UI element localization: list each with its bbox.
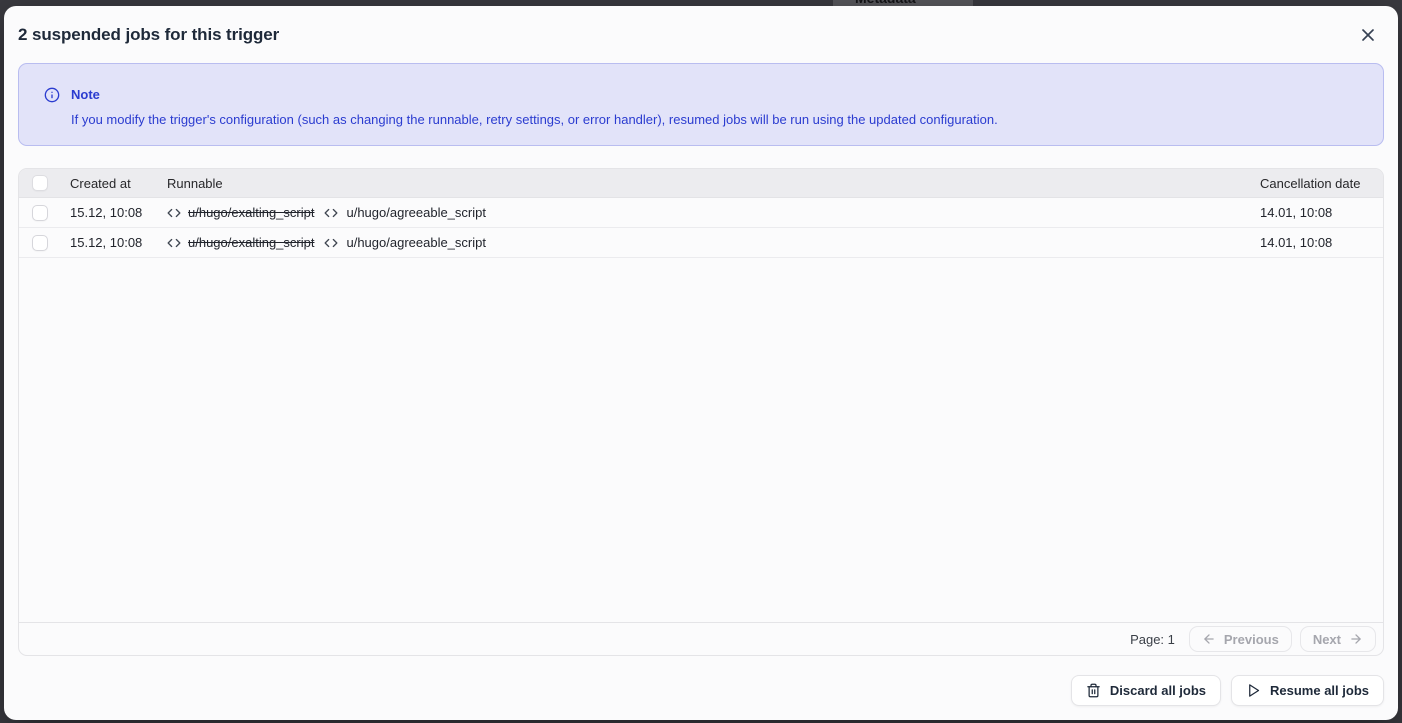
- close-icon: [1358, 25, 1378, 45]
- trash-icon: [1086, 683, 1101, 698]
- table-header-row: Created at Runnable Cancellation date: [19, 169, 1383, 198]
- note-body: If you modify the trigger's configuratio…: [71, 112, 998, 128]
- cancellation-date-cell: 14.01, 10:08: [1260, 235, 1383, 250]
- new-runnable-path: u/hugo/agreeable_script: [346, 205, 486, 220]
- previous-page-button[interactable]: Previous: [1189, 626, 1292, 652]
- created-at-cell: 15.12, 10:08: [70, 235, 167, 250]
- table-row[interactable]: 15.12, 10:08 u/hugo/exalting_script u/hu…: [19, 228, 1383, 258]
- code-icon: [167, 206, 181, 220]
- cancellation-date-cell: 14.01, 10:08: [1260, 205, 1383, 220]
- suspended-jobs-table: Created at Runnable Cancellation date 15…: [18, 168, 1384, 656]
- row-checkbox-cell: [19, 205, 70, 221]
- old-runnable-path: u/hugo/exalting_script: [188, 205, 314, 220]
- next-label: Next: [1313, 632, 1341, 647]
- discard-all-jobs-button[interactable]: Discard all jobs: [1071, 675, 1221, 706]
- header-checkbox-cell: [19, 175, 70, 191]
- new-runnable-path: u/hugo/agreeable_script: [346, 235, 486, 250]
- resume-all-jobs-button[interactable]: Resume all jobs: [1231, 675, 1384, 706]
- note-content: Note If you modify the trigger's configu…: [71, 87, 998, 128]
- previous-label: Previous: [1224, 632, 1279, 647]
- discard-all-jobs-label: Discard all jobs: [1110, 683, 1206, 698]
- created-at-cell: 15.12, 10:08: [70, 205, 167, 220]
- play-icon: [1246, 683, 1261, 698]
- column-header-created-at: Created at: [70, 176, 167, 191]
- column-header-cancellation-date: Cancellation date: [1260, 176, 1383, 191]
- pagination: Page: 1 Previous Next: [19, 622, 1383, 655]
- arrow-right-icon: [1349, 632, 1363, 646]
- row-checkbox[interactable]: [32, 235, 48, 251]
- old-runnable-path: u/hugo/exalting_script: [188, 235, 314, 250]
- next-page-button[interactable]: Next: [1300, 626, 1376, 652]
- code-icon: [167, 236, 181, 250]
- code-icon: [324, 206, 338, 220]
- row-checkbox[interactable]: [32, 205, 48, 221]
- table-empty-space: [19, 258, 1383, 622]
- suspended-jobs-modal: 2 suspended jobs for this trigger Note I…: [4, 6, 1398, 720]
- info-icon: [44, 87, 60, 103]
- note-title: Note: [71, 87, 998, 103]
- row-checkbox-cell: [19, 235, 70, 251]
- column-header-runnable: Runnable: [167, 176, 1260, 191]
- runnable-cell: u/hugo/exalting_script u/hugo/agreeable_…: [167, 205, 1260, 220]
- arrow-left-icon: [1202, 632, 1216, 646]
- resume-all-jobs-label: Resume all jobs: [1270, 683, 1369, 698]
- close-button[interactable]: [1358, 25, 1378, 45]
- modal-actions: Discard all jobs Resume all jobs: [4, 656, 1398, 720]
- modal-header: 2 suspended jobs for this trigger: [4, 6, 1398, 63]
- runnable-cell: u/hugo/exalting_script u/hugo/agreeable_…: [167, 235, 1260, 250]
- note-banner: Note If you modify the trigger's configu…: [18, 63, 1384, 146]
- select-all-checkbox[interactable]: [32, 175, 48, 191]
- page-indicator: Page: 1: [1130, 632, 1175, 647]
- table-row[interactable]: 15.12, 10:08 u/hugo/exalting_script u/hu…: [19, 198, 1383, 228]
- modal-title: 2 suspended jobs for this trigger: [18, 25, 279, 45]
- code-icon: [324, 236, 338, 250]
